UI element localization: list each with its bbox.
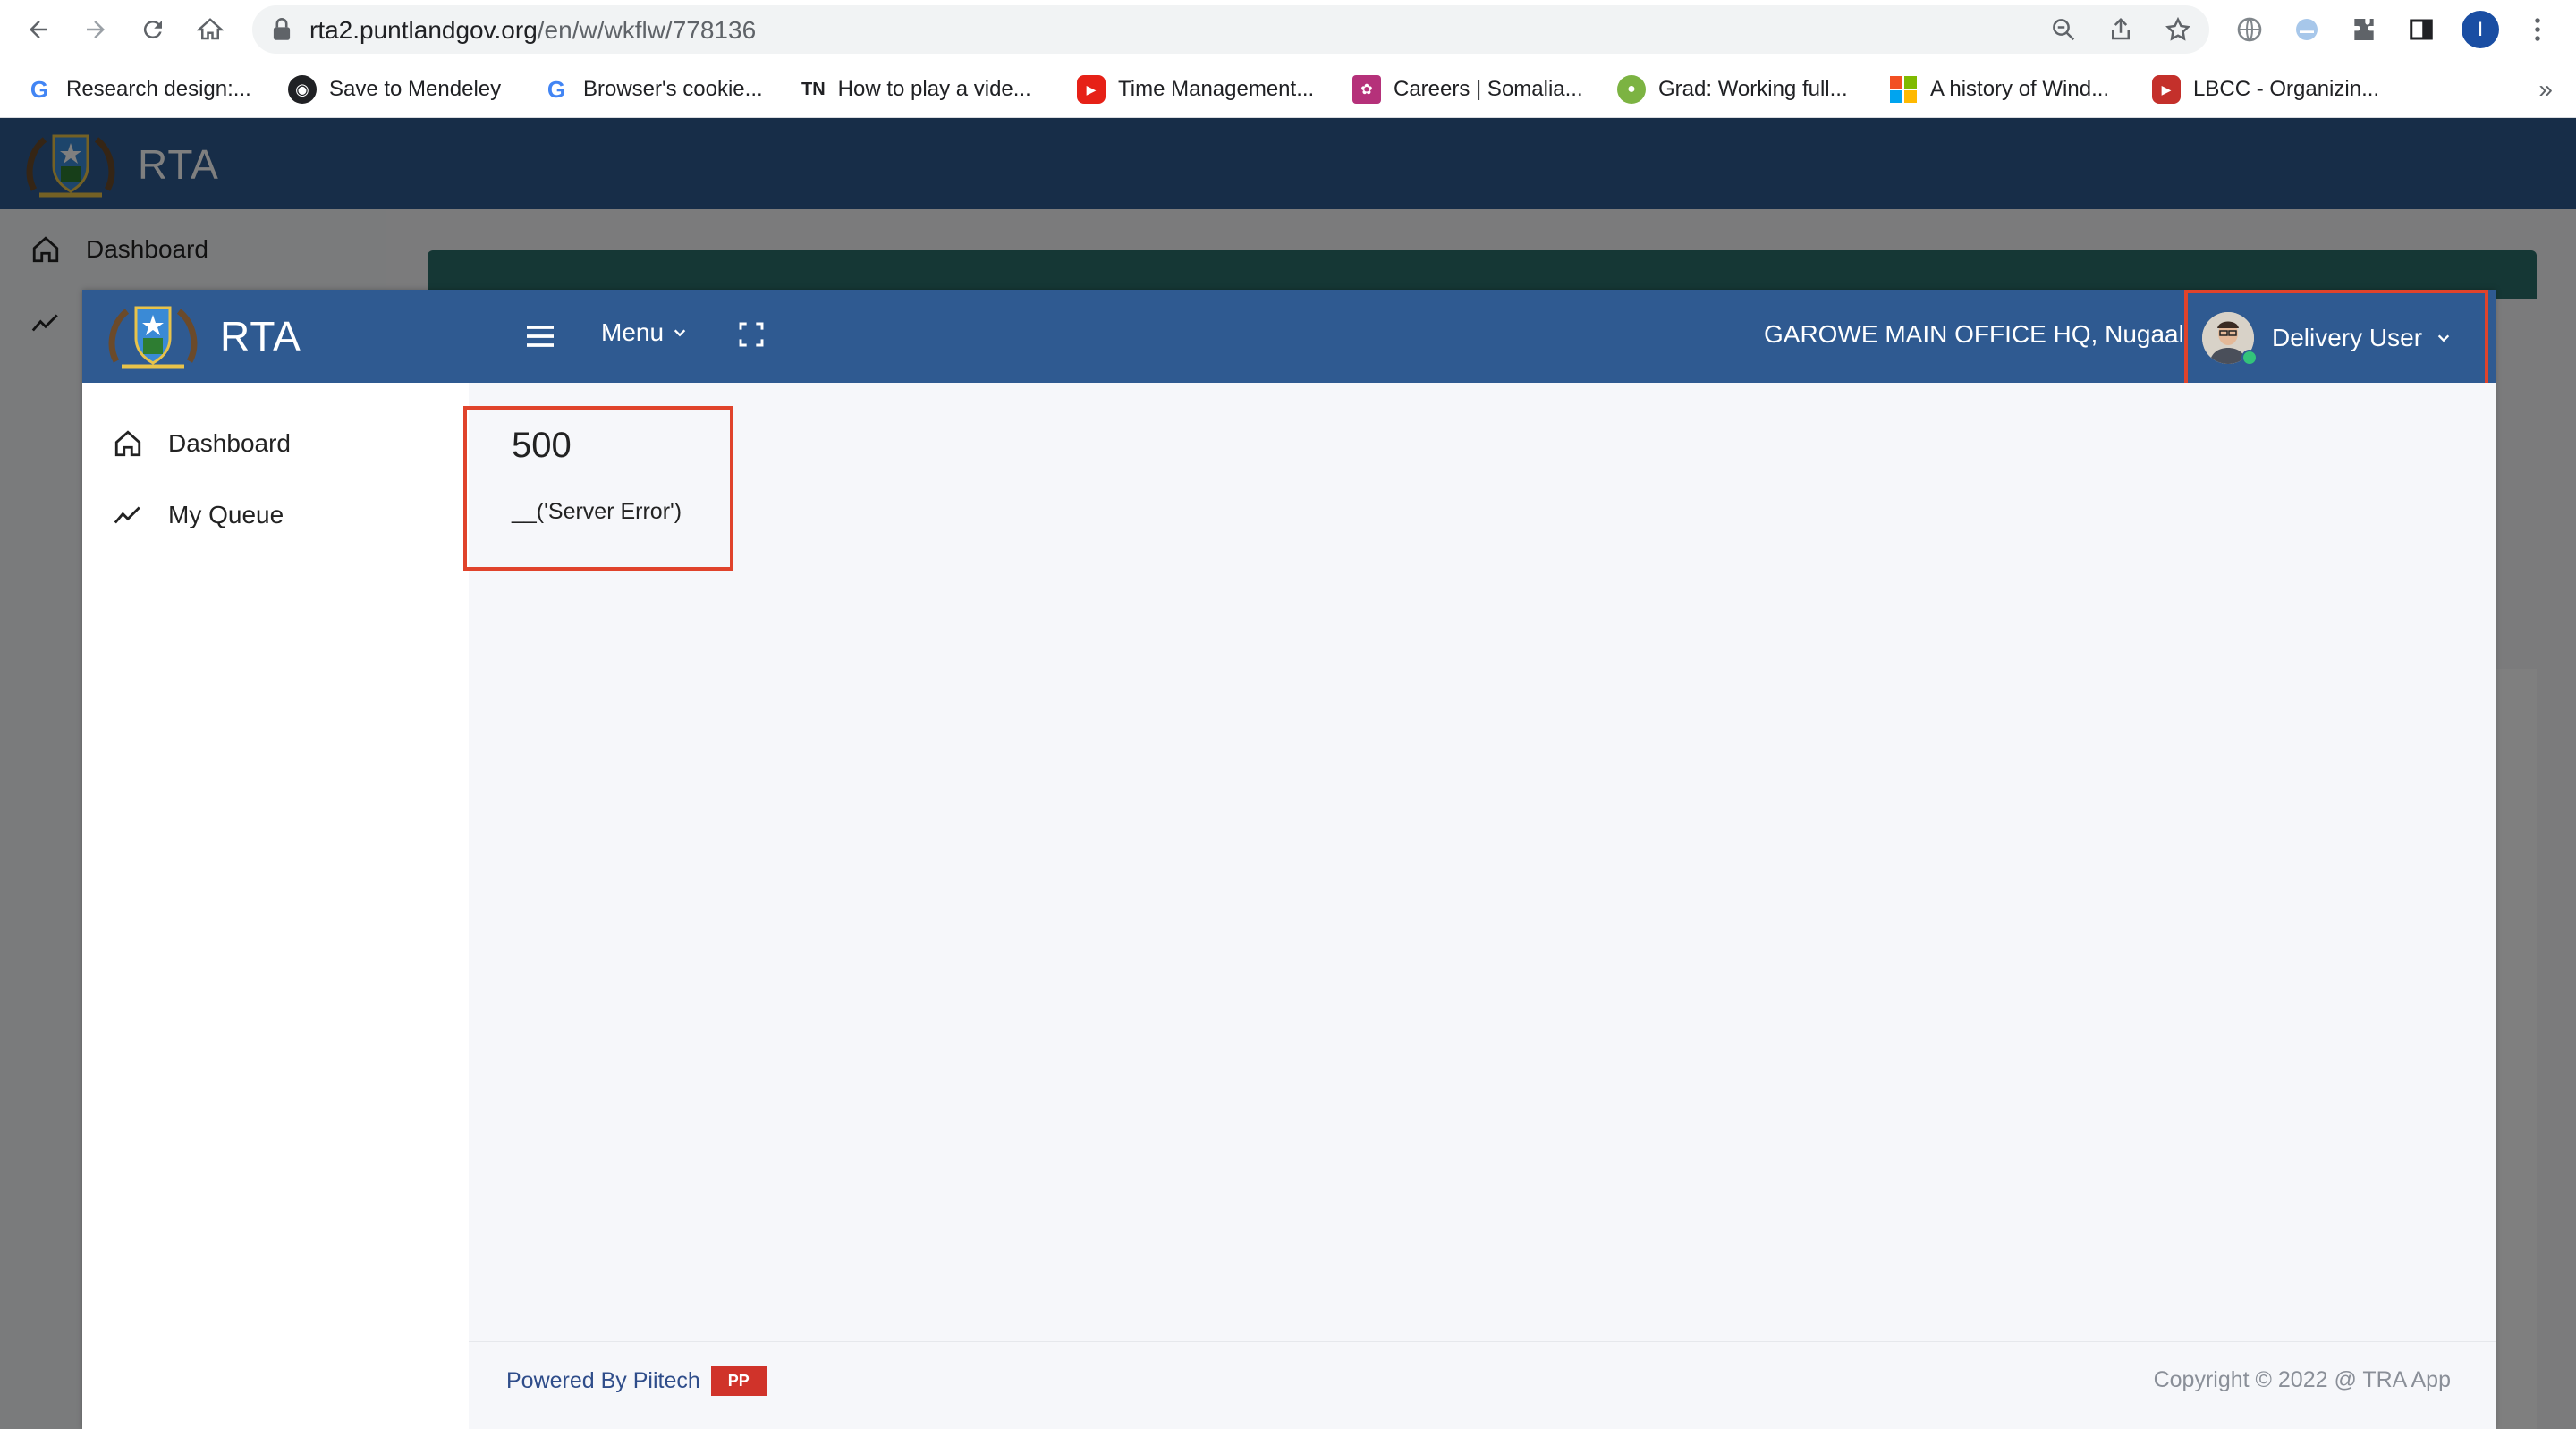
- app-header: RTA Menu GAROWE MAIN OFFICE HQ, Nugaal D…: [82, 290, 2496, 386]
- bookmark-label: Research design:...: [66, 77, 251, 101]
- tn-icon: TN: [801, 79, 826, 99]
- coat-of-arms-icon: [108, 306, 198, 369]
- sidebar-item-dashboard[interactable]: Dashboard: [113, 417, 291, 470]
- url-host: rta2.puntlandgov.org: [309, 16, 538, 44]
- main-content: 500 __('Server Error') Powered By Piitec…: [463, 383, 2496, 1429]
- piitech-logo: PP: [710, 1366, 767, 1396]
- browser-home-icon: [197, 18, 224, 40]
- bookmark-item[interactable]: ● Grad: Working full...: [1617, 72, 1848, 107]
- user-name: Delivery User: [2272, 324, 2423, 351]
- bookmarks-more-button[interactable]: »: [2538, 75, 2553, 104]
- home-icon: [114, 430, 141, 457]
- bookmark-item[interactable]: G Browser's cookie...: [542, 72, 763, 107]
- brand[interactable]: RTA: [104, 299, 301, 374]
- home-button[interactable]: [188, 7, 233, 52]
- powered-by-text: Powered By Piitech: [506, 1367, 700, 1393]
- bookmark-item[interactable]: G Research design:...: [25, 72, 251, 107]
- google-icon: G: [30, 75, 49, 103]
- avatar: [2202, 312, 2258, 366]
- sidebar-item-label: My Queue: [168, 501, 284, 528]
- footer: Powered By Piitech PP Copyright © 2022 @…: [469, 1341, 2496, 1429]
- powered-by-link[interactable]: Powered By Piitech PP: [506, 1366, 767, 1396]
- youtube-icon: ▶: [2152, 75, 2181, 104]
- browser-toolbar: rta2.puntlandgov.org/en/w/wkflw/778136 I: [0, 0, 2576, 59]
- reload-button[interactable]: [131, 7, 175, 52]
- hamburger-menu-icon[interactable]: [522, 318, 558, 354]
- bookmark-item[interactable]: ◉ Save to Mendeley: [288, 72, 501, 107]
- url-path: /en/w/wkflw/778136: [537, 16, 757, 44]
- bookmark-item[interactable]: A history of Wind...: [1889, 72, 2109, 107]
- fullscreen-icon[interactable]: [737, 320, 766, 349]
- error-message: __('Server Error'): [512, 499, 682, 524]
- address-bar[interactable]: rta2.puntlandgov.org/en/w/wkflw/778136: [252, 5, 2209, 54]
- reload-icon: [143, 21, 162, 39]
- app-window: RTA Menu GAROWE MAIN OFFICE HQ, Nugaal D…: [82, 290, 2496, 1429]
- user-menu[interactable]: Delivery User: [2184, 290, 2488, 386]
- bookmark-label: LBCC - Organizin...: [2193, 77, 2380, 101]
- sidebar-item-label: Dashboard: [168, 429, 291, 457]
- bookmark-label: A history of Wind...: [1930, 77, 2110, 101]
- lock-icon[interactable]: [265, 13, 299, 47]
- error-highlight-box: [463, 406, 733, 571]
- bookmarks-bar: G Research design:... ◉ Save to Mendeley…: [0, 59, 2576, 118]
- windows-icon: [1889, 75, 1918, 104]
- profile-avatar[interactable]: I: [2462, 11, 2499, 48]
- careers-icon: ✿: [1352, 75, 1381, 104]
- office-label: GAROWE MAIN OFFICE HQ, Nugaal: [1764, 320, 2184, 348]
- side-panel-icon[interactable]: [2404, 13, 2438, 47]
- bookmark-star-icon[interactable]: [2161, 13, 2195, 47]
- share-icon[interactable]: [2104, 13, 2138, 47]
- chevron-down-icon: [674, 329, 686, 337]
- forward-button[interactable]: [73, 7, 118, 52]
- bookmark-item[interactable]: ✿ Careers | Somalia...: [1352, 72, 1583, 107]
- error-code: 500: [512, 426, 572, 465]
- zoom-icon[interactable]: [2046, 13, 2080, 47]
- back-button[interactable]: [16, 7, 61, 52]
- extension-cloud-icon[interactable]: [2290, 13, 2324, 47]
- sidebar: Dashboard My Queue: [82, 383, 469, 1429]
- bookmark-label: Careers | Somalia...: [1394, 77, 1583, 101]
- menu-dropdown[interactable]: Menu: [601, 318, 687, 347]
- bookmark-label: How to play a vide...: [837, 77, 1031, 101]
- url-text[interactable]: rta2.puntlandgov.org/en/w/wkflw/778136: [309, 16, 756, 45]
- sidebar-item-my-queue[interactable]: My Queue: [113, 488, 284, 542]
- trend-icon: [114, 506, 140, 524]
- youtube-icon: ▶: [1077, 75, 1106, 104]
- bookmark-item[interactable]: ▶ LBCC - Organizin...: [2152, 72, 2379, 107]
- piitech-logo-text: PP: [727, 1371, 750, 1390]
- back-arrow-icon: [30, 21, 47, 38]
- bookmark-label: Save to Mendeley: [329, 77, 502, 101]
- bookmark-label: Browser's cookie...: [583, 77, 763, 101]
- extension-globe-icon[interactable]: [2233, 13, 2267, 47]
- brand-name: RTA: [220, 313, 301, 359]
- bookmark-label: Grad: Working full...: [1658, 77, 1848, 101]
- google-icon: G: [547, 75, 566, 103]
- grad-icon: ●: [1617, 75, 1646, 104]
- bookmark-label: Time Management...: [1118, 77, 1315, 101]
- forward-arrow-icon: [87, 21, 105, 38]
- chevron-down-icon: [2437, 334, 2450, 342]
- extensions-puzzle-icon[interactable]: [2347, 13, 2381, 47]
- online-status-dot: [2241, 350, 2258, 366]
- bookmark-item[interactable]: TN How to play a vide...: [801, 72, 1031, 107]
- copyright-text: Copyright © 2022 @ TRA App: [2153, 1367, 2451, 1392]
- profile-initial: I: [2477, 18, 2484, 40]
- menu-label: Menu: [601, 318, 665, 346]
- bookmark-item[interactable]: ▶ Time Management...: [1077, 72, 1314, 107]
- globe-icon: ◉: [288, 75, 317, 104]
- kebab-menu-icon[interactable]: [2521, 13, 2555, 47]
